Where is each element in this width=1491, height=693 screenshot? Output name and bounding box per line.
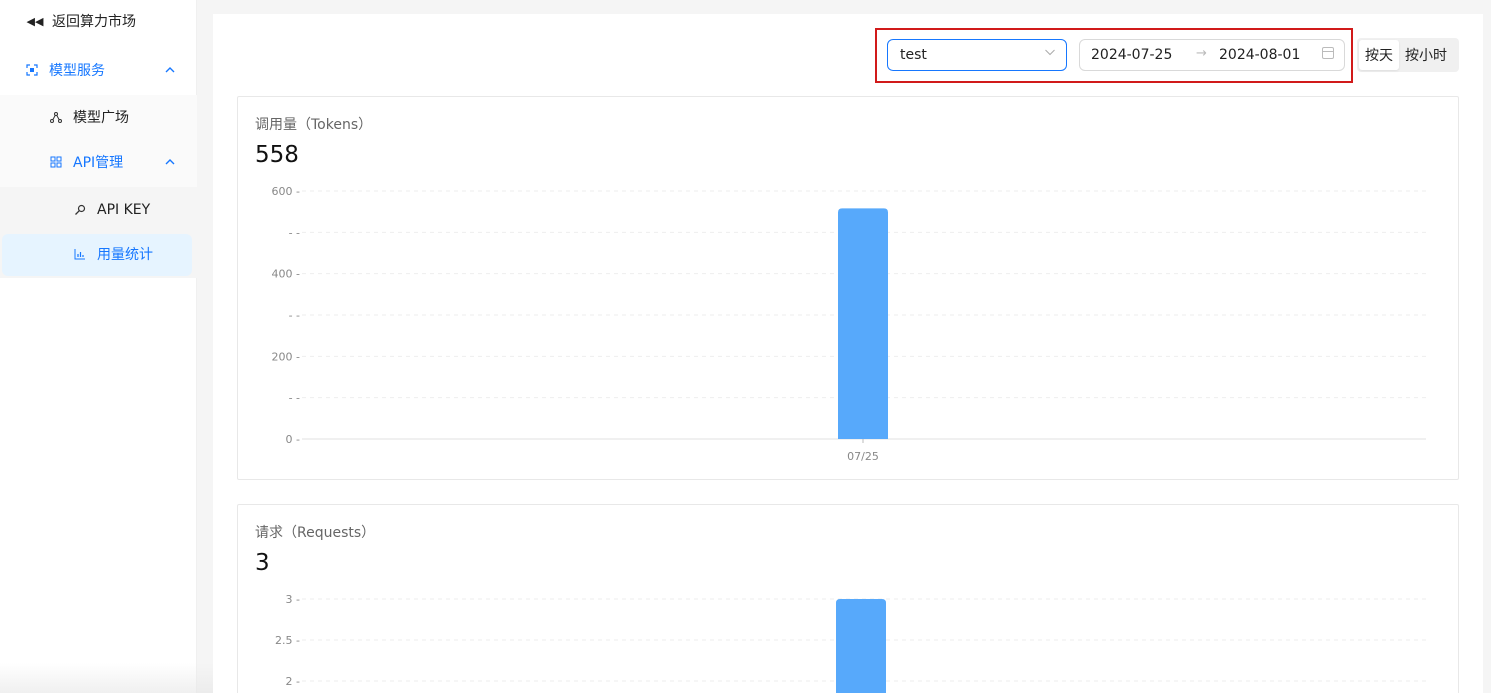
requests-chart: 3 - 2.5 - 2 - [275, 593, 1426, 693]
api-key-label: API KEY [97, 202, 151, 218]
date-end[interactable]: 2024-08-01 [1219, 47, 1300, 63]
y-tick-label: 0 - [286, 433, 300, 446]
y-tick-label: - - [289, 309, 300, 322]
y-tick-label: 3 - [286, 593, 300, 606]
menu-usage-stats[interactable]: 用量统计 [0, 234, 197, 274]
granularity-day[interactable]: 按天 [1359, 40, 1399, 70]
key-search-icon [73, 203, 87, 217]
menu-api-key[interactable]: API KEY [0, 190, 197, 230]
main-panel: test 2024-07-25 → 2024-08-01 按天 按小时 调用量（… [213, 14, 1483, 693]
api-manage-icon [49, 155, 63, 169]
bar-chart-icon [73, 247, 87, 261]
requests-card: 请求（Requests） 3 3 -2.5 -2 - [237, 504, 1459, 693]
y-tick-label: - - [289, 226, 300, 239]
model-plaza-label: 模型广场 [73, 110, 129, 126]
x-tick-label: 07/25 [847, 450, 879, 463]
api-key-select[interactable]: test [887, 39, 1067, 71]
model-service-label: 模型服务 [49, 63, 105, 79]
sidebar: ◀◀ 返回算力市场 模型服务 模型广场 API管理 API KEY 用量统计 [0, 0, 197, 693]
y-tick-label: 2.5 - [275, 634, 300, 647]
chevron-down-icon [1044, 46, 1056, 61]
double-left-arrow-icon: ◀◀ [26, 14, 44, 28]
chevron-up-icon [165, 155, 175, 169]
range-arrow-icon: → [1196, 46, 1207, 61]
model-service-icon [25, 63, 39, 77]
menu-model-service[interactable]: 模型服务 [0, 50, 197, 90]
y-tick-label: 600 - [272, 185, 300, 198]
back-label: 返回算力市场 [52, 14, 136, 30]
y-tick-label: 2 - [286, 675, 300, 688]
bottom-shadow [0, 663, 213, 693]
api-manage-label: API管理 [73, 155, 124, 171]
usage-stats-label: 用量统计 [97, 247, 153, 263]
y-tick-label: 400 - [272, 268, 300, 281]
date-range-picker[interactable]: 2024-07-25 → 2024-08-01 [1079, 39, 1345, 71]
granularity-hour[interactable]: 按小时 [1399, 40, 1453, 70]
bar [838, 208, 888, 439]
y-tick-label: - - [289, 392, 300, 405]
chevron-up-icon [165, 63, 175, 77]
granularity-segmented: 按天 按小时 [1357, 38, 1459, 72]
tokens-chart: 600 - - - 400 - - - 200 - - - 0 - 07/25 [272, 185, 1426, 463]
y-tick-label: 200 - [272, 350, 300, 363]
calendar-icon [1322, 47, 1334, 59]
tokens-card: 调用量（Tokens） 558 600 -- -400 -- -200 -- -… [237, 96, 1459, 480]
menu-api-manage[interactable]: API管理 [0, 142, 197, 182]
menu-model-plaza[interactable]: 模型广场 [0, 97, 197, 137]
model-plaza-icon [49, 110, 63, 124]
bar [836, 599, 886, 693]
date-start[interactable]: 2024-07-25 [1091, 47, 1172, 63]
select-value: test [900, 47, 927, 63]
back-to-market-link[interactable]: ◀◀ 返回算力市场 [0, 1, 197, 41]
